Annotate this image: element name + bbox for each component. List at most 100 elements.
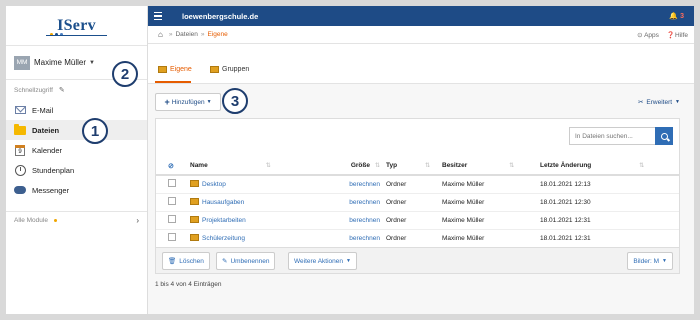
chevron-down-icon: ▼ <box>346 258 351 264</box>
marker-2: 2 <box>112 61 138 87</box>
notifications[interactable]: 🔔 3 <box>669 12 684 21</box>
file-name-link[interactable]: Hausaufgaben <box>202 199 244 206</box>
rename-button[interactable]: ✎ Umbenennen <box>216 252 276 270</box>
folder-icon <box>190 234 199 241</box>
delete-button[interactable]: 🗑 Löschen <box>162 252 210 270</box>
column-modified[interactable]: Letzte Änderung ⇅ <box>540 157 679 176</box>
domain-title: loewenbergschule.de <box>182 11 259 21</box>
folder-icon <box>158 66 167 73</box>
sidebar-item-label: Dateien <box>32 125 60 135</box>
active-tab-indicator <box>155 81 191 83</box>
logo[interactable]: IServ <box>6 6 147 46</box>
sidebar-item-label: Kalender <box>32 145 63 155</box>
file-name-link[interactable]: Schülerzeitung <box>202 235 245 242</box>
breadcrumb: ⌂ » Dateien » Eigene ⊙ Apps ❓Hilfe <box>148 26 694 44</box>
avatar: MM <box>14 55 30 70</box>
chevron-down-icon: ▼ <box>675 99 680 105</box>
row-checkbox[interactable] <box>168 233 176 241</box>
more-actions-button[interactable]: Weitere Aktionen ▼ <box>288 252 357 270</box>
menu-icon[interactable] <box>154 11 170 21</box>
chevron-down-icon: ▼ <box>206 99 212 105</box>
main-content: + Hinzufügen ▼ ✂ Erweitert ▼ ⊘ Name⇅ Grö… <box>148 84 694 314</box>
sidebar-item-email[interactable]: E-Mail <box>6 100 147 120</box>
file-modified: 18.01.2021 12:31 <box>540 229 679 248</box>
table-header: ⊘ Name ⇅ Größe ⇅ Typ ⇅ Besitzer ⇅ Letzte Änd… <box>156 157 679 176</box>
chevron-down-icon: ▼ <box>89 59 95 66</box>
sidebar-item-files[interactable]: Dateien <box>6 120 147 140</box>
file-name-link[interactable]: Desktop <box>202 181 226 188</box>
notification-dot-icon <box>53 219 57 222</box>
breadcrumb-item-files[interactable]: Dateien <box>175 31 197 38</box>
logo-text: IServ <box>57 16 96 34</box>
sidebar-item-messenger[interactable]: Messenger <box>6 180 147 200</box>
app-window: IServ MM Maxime Müller ▼ Schnellzugriff … <box>6 6 694 314</box>
folder-icon <box>190 198 199 205</box>
file-owner: Maxime Müller <box>442 211 540 230</box>
file-type: Ordner <box>386 175 442 194</box>
extended-button[interactable]: ✂ Erweitert ▼ <box>637 98 680 107</box>
column-owner[interactable]: Besitzer ⇅ <box>442 157 540 176</box>
help-link[interactable]: ❓Hilfe <box>667 31 688 39</box>
file-owner: Maxime Müller <box>442 175 540 194</box>
all-modules[interactable]: Alle Module › <box>6 211 147 229</box>
file-modified: 18.01.2021 12:13 <box>540 175 679 194</box>
table-row[interactable]: Schülerzeitung berechnen Ordner Maxime M… <box>156 229 679 248</box>
column-size[interactable]: Größe ⇅ <box>330 157 386 176</box>
search-button[interactable] <box>655 127 673 145</box>
sidebar-item-label: Messenger <box>32 185 70 195</box>
row-checkbox[interactable] <box>168 215 176 223</box>
file-type: Ordner <box>386 229 442 248</box>
sidebar-item-label: E-Mail <box>32 105 54 115</box>
top-bar: loewenbergschule.de 🔔 3 <box>148 6 694 26</box>
home-icon[interactable]: ⌂ <box>158 30 163 39</box>
row-checkbox[interactable] <box>168 197 176 205</box>
sidebar: IServ MM Maxime Müller ▼ Schnellzugriff … <box>6 6 148 314</box>
marker-1: 1 <box>82 118 108 144</box>
marker-3: 3 <box>222 88 248 114</box>
table-row[interactable]: Desktop berechnen Ordner Maxime Müller 1… <box>156 175 679 194</box>
compute-size-link[interactable]: berechnen <box>349 199 380 206</box>
user-name: Maxime Müller <box>34 58 87 67</box>
tab-bar: Eigene Gruppen <box>148 44 694 84</box>
sidebar-item-label: Stundenplan <box>32 165 75 175</box>
apps-link[interactable]: ⊙ Apps <box>637 31 659 39</box>
image-size-button[interactable]: Bilder: M ▼ <box>627 252 673 270</box>
search-icon <box>660 132 668 140</box>
mail-icon <box>14 105 26 115</box>
file-modified: 18.01.2021 12:30 <box>540 193 679 212</box>
sidebar-item-timetable[interactable]: Stundenplan <box>6 160 147 180</box>
file-name-link[interactable]: Projektarbeiten <box>202 217 246 224</box>
table-row[interactable]: Projektarbeiten berechnen Ordner Maxime … <box>156 211 679 230</box>
all-modules-label: Alle Module <box>14 217 48 224</box>
folder-icon <box>14 123 26 135</box>
table-row[interactable]: Hausaufgaben berechnen Ordner Maxime Mül… <box>156 193 679 212</box>
compute-size-link[interactable]: berechnen <box>349 181 380 188</box>
clock-icon <box>14 164 26 176</box>
file-owner: Maxime Müller <box>442 229 540 248</box>
pencil-icon[interactable]: ✎ <box>59 86 65 94</box>
folder-icon <box>210 66 219 73</box>
column-type[interactable]: Typ ⇅ <box>386 157 442 176</box>
select-icon: ⊘ <box>168 162 174 170</box>
breadcrumb-item-own[interactable]: Eigene <box>208 31 228 38</box>
tab-groups[interactable]: Gruppen <box>210 66 249 73</box>
chevron-down-icon: ▼ <box>662 258 667 264</box>
add-button[interactable]: + Hinzufügen ▼ <box>155 93 221 111</box>
notification-badge: 3 <box>680 12 684 20</box>
compute-size-link[interactable]: berechnen <box>349 217 380 224</box>
sidebar-item-calendar[interactable]: 9 Kalender <box>6 140 147 160</box>
compute-size-link[interactable]: berechnen <box>349 235 380 242</box>
action-bar: 🗑 Löschen ✎ Umbenennen Weitere Aktionen … <box>156 247 679 273</box>
tab-own[interactable]: Eigene <box>158 66 192 73</box>
file-panel: ⊘ Name⇅ Größe⇅ Typ⇅ Besitzer⇅ Letzte Änd… <box>155 118 680 274</box>
search-input[interactable] <box>569 127 655 145</box>
tools-icon: ✂ <box>637 99 644 106</box>
file-type: Ordner <box>386 211 442 230</box>
calendar-icon: 9 <box>14 144 26 156</box>
entry-count: 1 bis 4 von 4 Einträgen <box>155 281 222 288</box>
select-all[interactable]: ⊘ <box>156 157 190 176</box>
row-checkbox[interactable] <box>168 179 176 188</box>
column-name[interactable]: Name ⇅ <box>190 157 330 176</box>
bell-icon: 🔔 <box>669 13 679 20</box>
folder-icon <box>190 180 199 188</box>
